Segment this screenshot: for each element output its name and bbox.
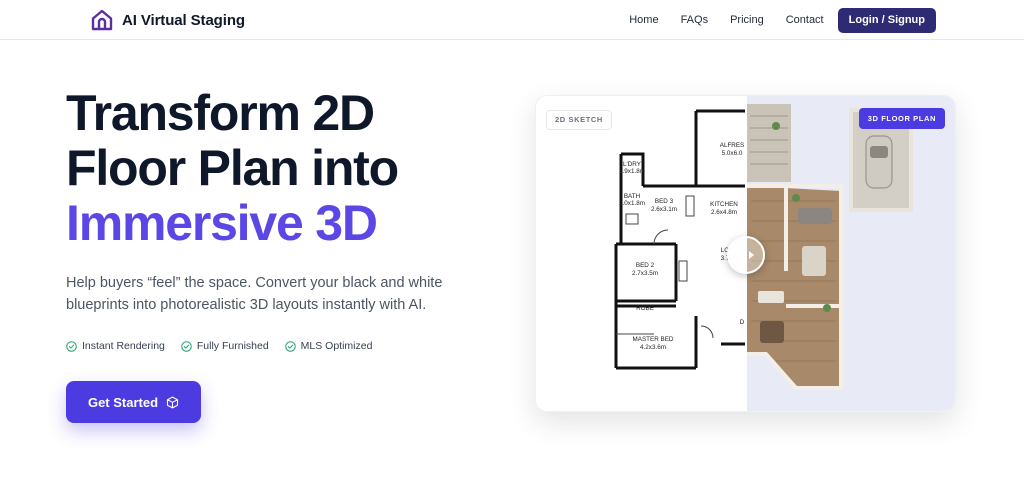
room-label: 2.0x1.8m [619,200,645,207]
site-header: AI Virtual Staging Home FAQs Pricing Con… [0,0,1024,40]
login-signup-button[interactable]: Login / Signup [837,7,936,33]
room-label: BED 2 [636,262,655,269]
room-size: 2.6x3.1m [651,206,677,213]
main-nav: Home FAQs Pricing Contact Login / Signup [629,7,936,33]
feature-item: Instant Rendering [66,340,165,352]
room-label: BATH [624,193,641,200]
room-label: L'DRY [623,161,642,168]
house-icon [91,9,113,31]
tag-3d-floor-plan: 3D FLOOR PLAN [858,108,945,129]
tag-2d-sketch: 2D SKETCH [546,110,612,130]
feature-list: Instant Rendering Fully Furnished MLS Op… [66,340,372,352]
get-started-label: Get Started [87,394,159,410]
check-circle-icon [181,340,192,352]
nav-pricing[interactable]: Pricing [730,7,764,33]
room-label: ALFRES [720,142,745,149]
room-label: BED 3 [655,198,674,205]
feature-label: Instant Rendering [82,340,165,352]
check-circle-icon [284,340,296,352]
hero-title-accent: Immersive 3D [66,195,378,251]
cube-icon [166,396,179,408]
room-label: D [740,319,745,326]
brand-name: AI Virtual Staging [122,11,245,29]
room-size: 2.6x4.8m [711,209,737,216]
room-size: 2.7x3.5m [632,270,658,277]
feature-label: Fully Furnished [196,340,269,352]
hero-subtitle: Help buyers “feel” the space. Convert yo… [66,275,443,313]
feature-label: MLS Optimized [300,340,373,352]
get-started-button[interactable]: Get Started [66,381,201,423]
brand[interactable]: AI Virtual Staging [90,8,245,32]
feature-item: MLS Optimized [284,340,373,352]
room-size: 5.0x6.0 [722,150,743,157]
hero-title-line-1: Transform 2D [66,85,375,141]
arrows-left-right-icon [738,251,754,259]
nav-faqs[interactable]: FAQs [681,7,709,33]
check-circle-icon [66,340,77,352]
hero-title: Transform 2D Floor Plan into Immersive 3… [66,85,399,251]
room-size: 1.9x1.8m [619,168,645,175]
nav-contact[interactable]: Contact [786,7,824,33]
room-size: 4.2x3.6m [640,344,666,351]
room-label: KITCHEN [710,201,738,208]
room-label: MASTER BED [633,336,674,343]
feature-item: Fully Furnished [181,340,269,352]
room-label: ROBE [636,305,654,312]
comparison-slider-handle[interactable] [727,236,765,274]
hero-title-line-2: Floor Plan into [66,140,399,196]
nav-home[interactable]: Home [629,7,658,33]
floorplan-comparison-card[interactable]: L'DRY 1.9x1.8m BATH 2.0x1.8m BED 3 2.6x3… [535,95,956,412]
